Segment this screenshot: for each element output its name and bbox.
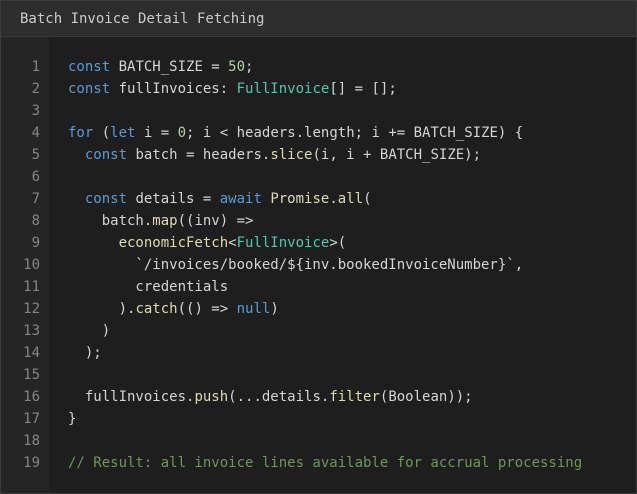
code-line[interactable] xyxy=(68,364,636,386)
code-token: push xyxy=(194,389,229,405)
code-line[interactable]: economicFetch<FullInvoice>( xyxy=(68,232,636,254)
title-bar: Batch Invoice Detail Fetching xyxy=(1,1,636,37)
code-token: ( xyxy=(363,191,372,207)
code-line[interactable]: `/invoices/booked/${inv.bookedInvoiceNum… xyxy=(68,254,636,276)
code-token: BATCH_SIZE = xyxy=(110,59,229,75)
line-number: 5 xyxy=(31,147,40,163)
line-number: 4 xyxy=(31,125,40,141)
code-token: (Boolean)); xyxy=(379,389,473,405)
code-token: batch = headers. xyxy=(127,147,271,163)
code-line[interactable]: ).catch(() => null) xyxy=(68,298,636,320)
code-token: null xyxy=(236,301,271,317)
line-number: 11 xyxy=(23,279,40,295)
code-token: // Result: all invoice lines available f… xyxy=(68,455,583,471)
code-area[interactable]: const BATCH_SIZE = 50; const fullInvoices… xyxy=(49,37,636,493)
code-token: ) xyxy=(68,323,111,339)
code-token: ) xyxy=(270,301,279,317)
line-number: 18 xyxy=(23,433,40,449)
code-token: } xyxy=(68,411,77,427)
code-token: ; xyxy=(245,59,254,75)
code-token: (...details. xyxy=(228,389,330,405)
code-token: ; i < headers.length; i += BATCH_SIZE) { xyxy=(186,125,524,141)
code-token: 0 xyxy=(177,125,187,141)
line-number: 15 xyxy=(23,367,40,383)
code-line[interactable]: const details = await Promise.all( xyxy=(68,188,636,210)
code-token: `/invoices/booked/${inv.bookedInvoiceNum… xyxy=(68,257,524,273)
code-token: economicFetch xyxy=(118,235,229,251)
code-token: < xyxy=(228,235,237,251)
code-token: (() => xyxy=(177,301,237,317)
code-token: await xyxy=(219,191,262,207)
code-token: let xyxy=(110,125,136,141)
code-token: ); xyxy=(68,345,102,361)
line-number: 8 xyxy=(31,213,40,229)
line-number: 10 xyxy=(23,257,40,273)
code-token: ). xyxy=(68,301,136,317)
line-number-gutter: 1 2 3 4 5 6 7 8 9 10 11 12 13 14 15 16 17 18 19 xyxy=(1,37,49,493)
code-token: map xyxy=(152,213,178,229)
line-number: 2 xyxy=(31,81,40,97)
line-number: 3 xyxy=(31,103,40,119)
code-token: credentials xyxy=(68,279,229,295)
code-line[interactable] xyxy=(68,166,636,188)
code-token: for xyxy=(68,125,94,141)
code-line[interactable]: const BATCH_SIZE = 50; xyxy=(68,56,636,78)
code-token: catch xyxy=(135,301,178,317)
line-number: 12 xyxy=(23,301,40,317)
code-token: batch. xyxy=(68,213,153,229)
code-token: all xyxy=(337,191,364,207)
code-token: >( xyxy=(329,235,347,251)
code-line[interactable]: const batch = headers.slice(i, i + BATCH… xyxy=(68,144,636,166)
code-token: ( xyxy=(93,125,111,141)
code-token: const xyxy=(84,147,128,163)
code-line[interactable]: ); xyxy=(68,342,636,364)
code-token: . xyxy=(329,191,338,207)
code-token: 50 xyxy=(228,59,246,75)
code-token: filter xyxy=(329,389,380,405)
code-token: fullInvoices: xyxy=(110,81,237,97)
code-token: FullInvoice xyxy=(236,81,330,97)
code-line[interactable]: } xyxy=(68,408,636,430)
code-token: (i, i + BATCH_SIZE); xyxy=(312,147,482,163)
code-line[interactable] xyxy=(68,100,636,122)
line-number: 19 xyxy=(23,455,40,471)
code-token: FullInvoice xyxy=(236,235,330,251)
code-line[interactable]: const fullInvoices: FullInvoice[] = []; xyxy=(68,78,636,100)
line-number: 17 xyxy=(23,411,40,427)
line-number: 13 xyxy=(23,323,40,339)
code-token: details = xyxy=(127,191,220,207)
code-line[interactable]: credentials xyxy=(68,276,636,298)
code-token: i = xyxy=(135,125,178,141)
code-token: fullInvoices. xyxy=(68,389,195,405)
code-line[interactable]: // Result: all invoice lines available f… xyxy=(68,452,636,474)
code-line[interactable]: for (let i = 0; i < headers.length; i +=… xyxy=(68,122,636,144)
line-number: 7 xyxy=(31,191,40,207)
code-token: const xyxy=(84,191,128,207)
code-line[interactable]: fullInvoices.push(...details.filter(Bool… xyxy=(68,386,636,408)
line-number: 9 xyxy=(31,235,40,251)
code-token: const xyxy=(68,81,111,97)
window-title: Batch Invoice Detail Fetching xyxy=(20,10,265,27)
code-token: ((inv) => xyxy=(177,213,254,229)
code-token: const xyxy=(68,59,111,75)
code-token: Promise xyxy=(270,191,330,207)
line-number: 14 xyxy=(23,345,40,361)
code-line[interactable]: ) xyxy=(68,320,636,342)
line-number: 1 xyxy=(31,59,40,75)
code-line[interactable] xyxy=(68,430,636,452)
code-window: Batch Invoice Detail Fetching 1234567891… xyxy=(0,0,637,494)
code-token: slice xyxy=(270,147,313,163)
line-number: 6 xyxy=(31,169,40,185)
code-line[interactable]: batch.map((inv) => xyxy=(68,210,636,232)
line-number: 16 xyxy=(23,389,40,405)
code-token: [] = []; xyxy=(329,81,397,97)
code-editor[interactable]: 1 2 3 4 5 6 7 8 9 10 11 12 13 14 15 16 17 18 19 const BATC… xyxy=(1,37,636,493)
